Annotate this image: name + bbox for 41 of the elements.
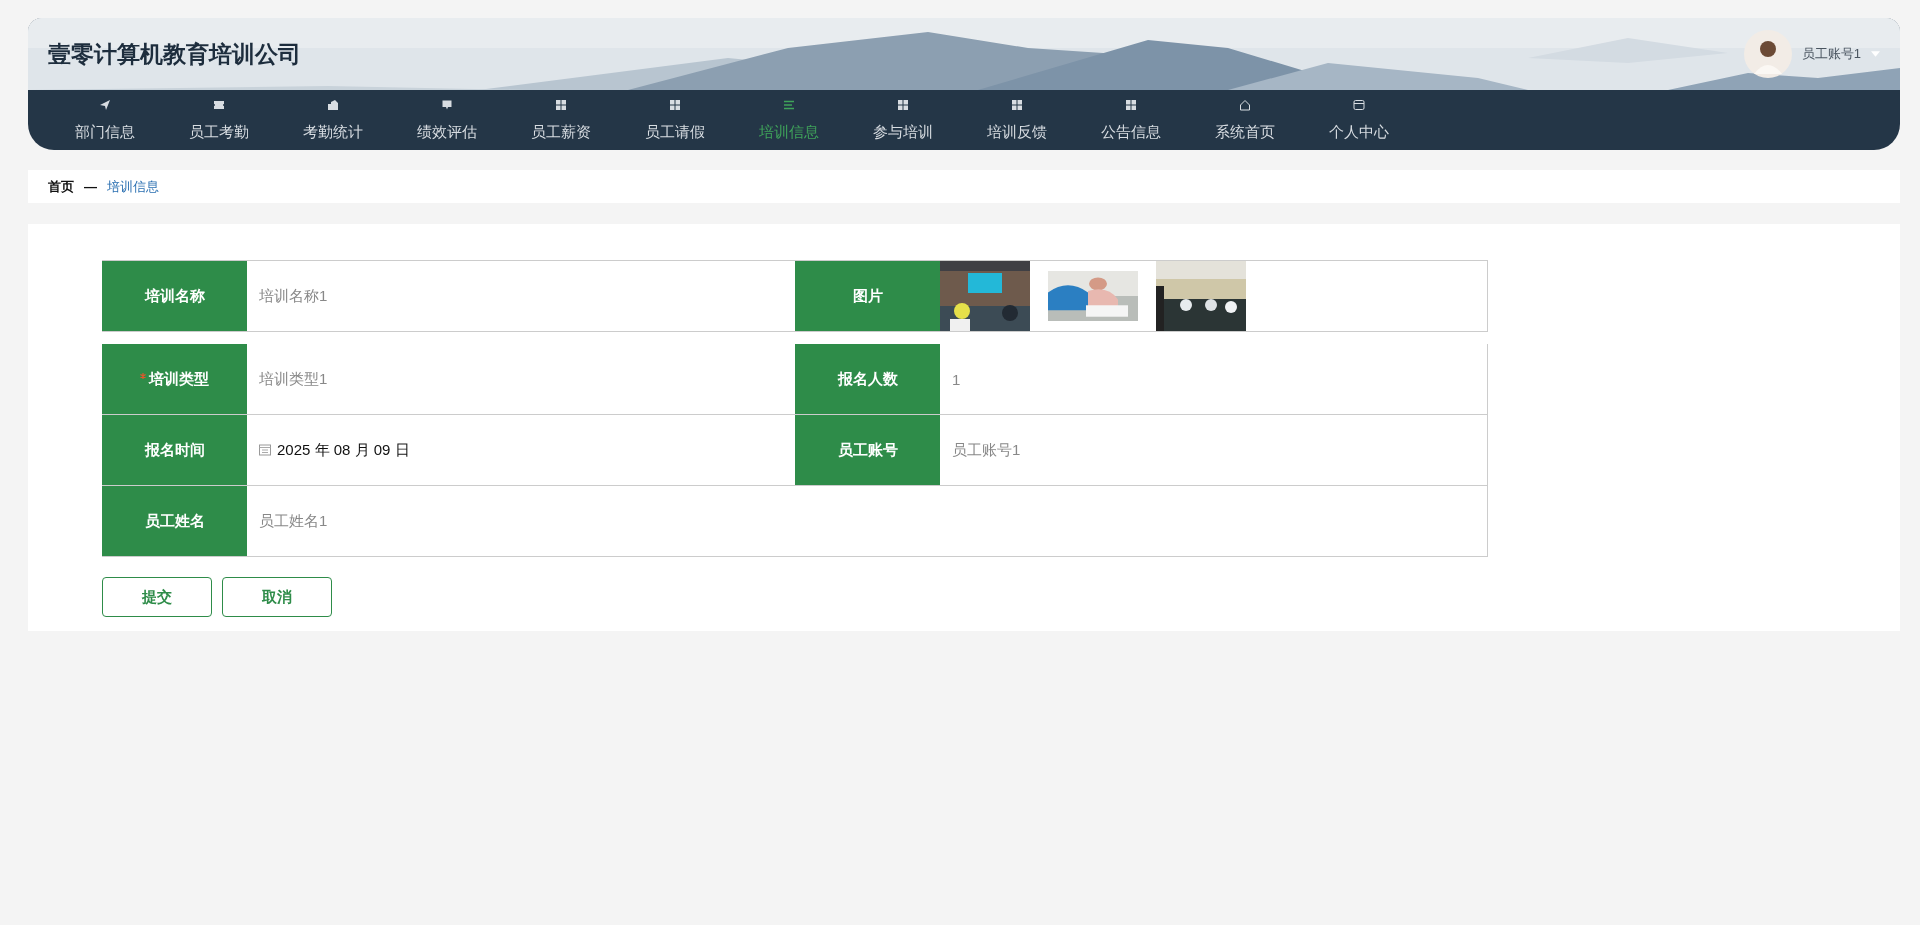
grid-icon <box>669 98 681 111</box>
nav-tab[interactable]: 系统首页 <box>1188 90 1302 150</box>
nav-tab[interactable]: 员工请假 <box>618 90 732 150</box>
calendar-icon <box>259 444 271 456</box>
avatar-icon[interactable] <box>1743 30 1792 78</box>
label-text: 员工账号 <box>837 440 898 460</box>
required-icon <box>140 373 146 379</box>
grid-icon <box>1011 98 1023 111</box>
list-icon <box>783 98 795 111</box>
label-text: 报名时间 <box>144 440 205 460</box>
nav-tab[interactable]: 公告信息 <box>1074 90 1188 150</box>
nav-tab[interactable]: 部门信息 <box>48 90 162 150</box>
label-text: 报名人数 <box>837 369 898 389</box>
grid-icon <box>555 98 567 111</box>
submit-button[interactable]: 提交 <box>102 577 212 617</box>
nav-tab[interactable]: 个人中心 <box>1302 90 1416 150</box>
label-text: 培训名称 <box>144 286 205 306</box>
nav-tab[interactable]: 培训反馈 <box>960 90 1074 150</box>
paper-plane-icon <box>99 98 111 111</box>
label-text: 员工姓名 <box>144 511 205 531</box>
breadcrumb-link[interactable]: 首页 <box>48 177 74 196</box>
date-field[interactable]: 2025 年 08 月 09 日 <box>277 441 677 459</box>
user-name[interactable]: 员工账号1 <box>1801 45 1861 63</box>
label-text: 培训类型 <box>149 369 209 389</box>
nav-tab[interactable]: 绩效评估 <box>390 90 504 150</box>
breadcrumb-link[interactable]: 培训信息 <box>107 177 159 196</box>
nav-tab[interactable]: 培训信息 <box>732 90 846 150</box>
nav-tab[interactable]: 参与培训 <box>846 90 960 150</box>
nav-tab[interactable]: 员工考勤 <box>162 90 276 150</box>
grid-icon <box>1125 98 1137 111</box>
nav-tab[interactable]: 员工薪资 <box>504 90 618 150</box>
breadcrumb-separator: — <box>84 179 97 194</box>
grid-icon <box>897 98 909 111</box>
label-text: 图片 <box>852 286 883 306</box>
nav-tab[interactable]: 考勤统计 <box>276 90 390 150</box>
cancel-button[interactable]: 取消 <box>222 577 332 617</box>
card-icon <box>1353 98 1365 111</box>
site-title: 壹零计算机教育培训公司 <box>48 39 301 69</box>
chat-icon <box>441 98 453 111</box>
home-icon <box>1239 98 1251 111</box>
ticket-icon <box>213 98 225 111</box>
